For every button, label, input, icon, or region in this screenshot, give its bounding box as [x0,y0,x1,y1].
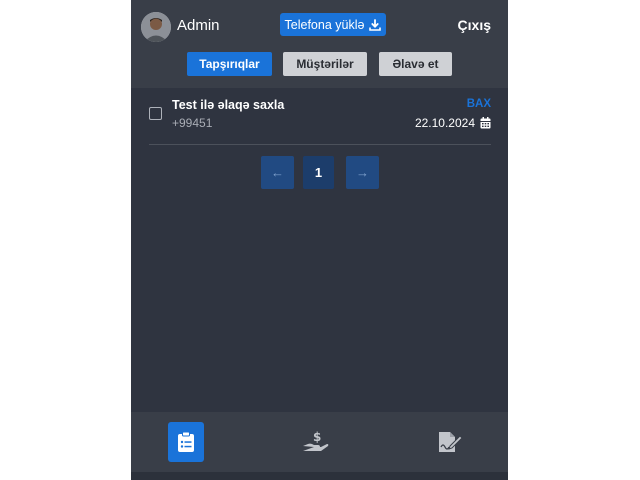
avatar[interactable] [141,12,171,42]
task-phone: +99451 [172,116,213,130]
pagination: ← 1 → [131,156,508,189]
task-list-item: Test ilə əlaqə saxla +99451 BAX 22.10.20… [149,97,491,133]
calendar-icon [480,117,491,129]
hand-dollar-icon: $ [303,430,329,451]
download-button-label: Telefona yüklə [284,17,365,32]
user-name: Admin [177,17,220,34]
bottom-strip [131,472,508,480]
clipboard-list-icon [178,431,194,452]
tab-tasks[interactable]: Tapşırıqlar [187,52,272,76]
mobile-app-frame: Admin Telefona yüklə Çıxış Tapşırıqlar M… [131,0,508,480]
svg-text:$: $ [313,430,321,444]
divider [149,144,491,145]
nav-payments[interactable]: $ [298,422,334,462]
user-avatar-icon [141,12,171,42]
nav-tasks[interactable] [168,422,204,462]
nav-contracts[interactable] [431,422,467,462]
bottom-navigation: $ [131,412,508,472]
download-to-phone-button[interactable]: Telefona yüklə [280,13,386,36]
download-icon [369,18,382,31]
task-checkbox[interactable] [149,107,162,120]
view-task-link[interactable]: BAX [467,98,491,110]
task-date: 22.10.2024 [415,116,491,130]
tab-customers[interactable]: Müştərilər [283,52,367,76]
document-signature-icon [439,432,463,452]
tab-add[interactable]: Əlavə et [379,52,452,76]
previous-page-button[interactable]: ← [261,156,294,189]
tab-bar: Tapşırıqlar Müştərilər Əlavə et [131,52,508,76]
logout-link[interactable]: Çıxış [458,17,491,33]
task-date-text: 22.10.2024 [414,116,475,130]
next-page-button[interactable]: → [346,156,379,189]
current-page-button[interactable]: 1 [303,156,334,189]
task-title: Test ilə əlaqə saxla [172,98,285,112]
header: Admin Telefona yüklə Çıxış Tapşırıqlar M… [131,0,508,88]
